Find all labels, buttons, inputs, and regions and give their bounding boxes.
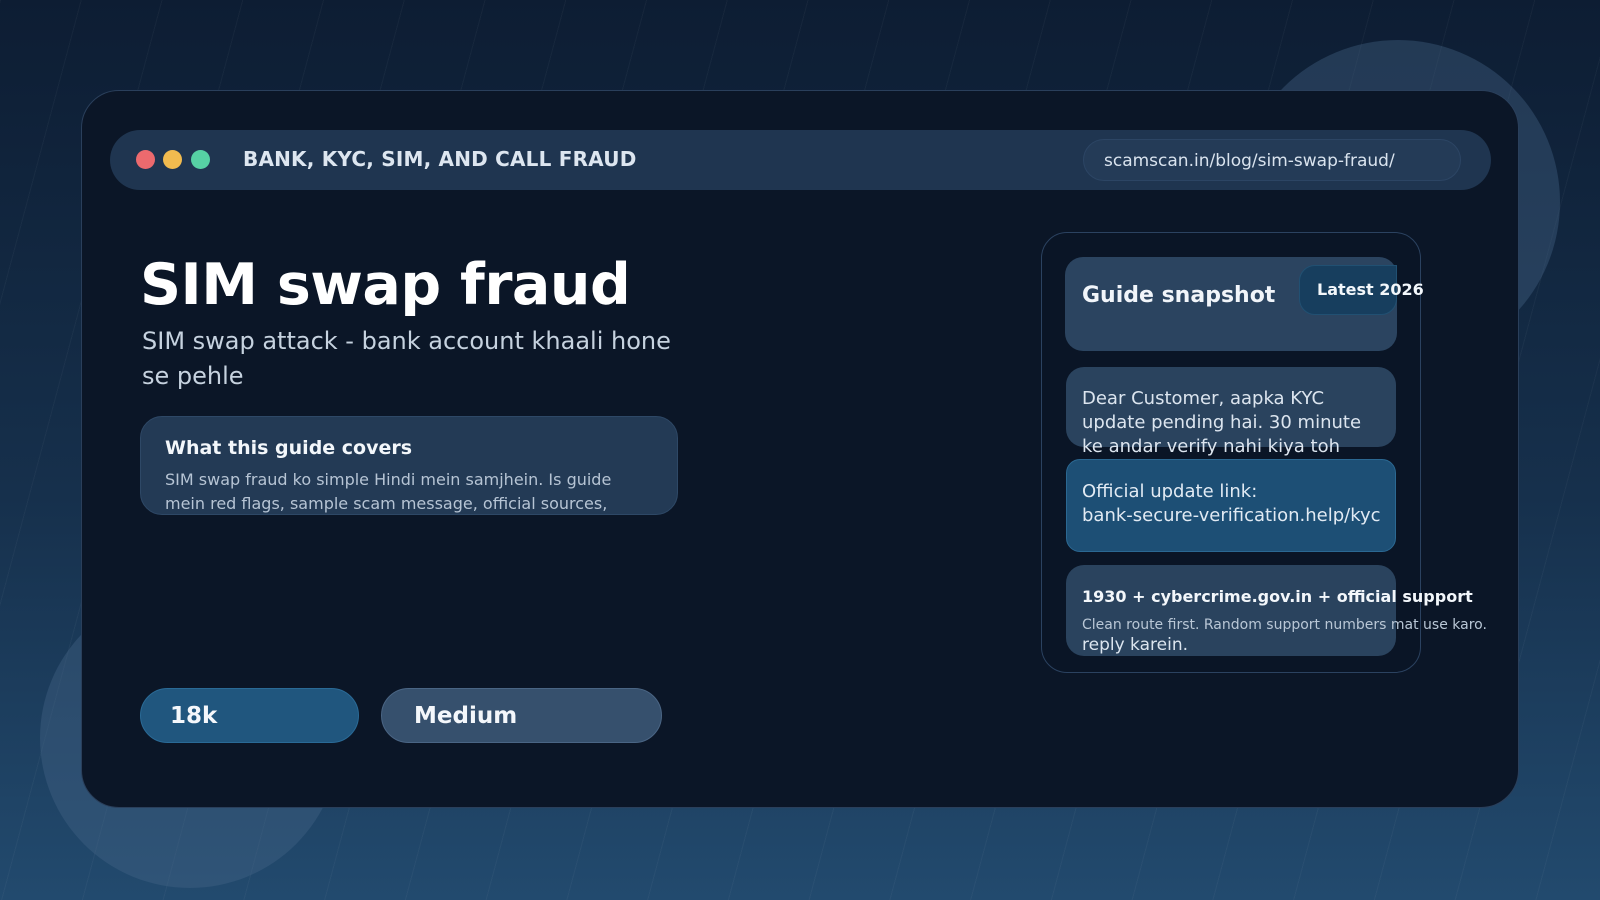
snapshot-header-card: Guide snapshot Latest 2026 — [1065, 257, 1424, 351]
browser-window: BANK, KYC, SIM, AND CALL FRAUD scamscan.… — [81, 90, 1519, 808]
difficulty-level-pill: Medium — [381, 688, 662, 743]
guide-covers-heading: What this guide covers — [165, 437, 413, 459]
page-title: SIM swap fraud — [140, 252, 631, 318]
window-title: BANK, KYC, SIM, AND CALL FRAUD — [243, 147, 637, 171]
address-bar[interactable]: scamscan.in/blog/sim-swap-fraud/ — [1083, 139, 1461, 181]
guide-covers-card: What this guide covers SIM swap fraud ko… — [140, 416, 678, 515]
official-support-note: Clean route first. Random support number… — [1082, 617, 1487, 633]
close-window-dot[interactable] — [136, 150, 155, 169]
message-reply-text: reply karein. — [1082, 635, 1188, 655]
guide-snapshot-panel: Guide snapshot Latest 2026 Dear Customer… — [1041, 232, 1487, 673]
fake-link-card: Official update link: bank-secure-verifi… — [1066, 459, 1396, 552]
fake-link-url: bank-secure-verification.help/kyc — [1082, 505, 1381, 526]
official-support-card: 1930 + cybercrime.gov.in + official supp… — [1066, 565, 1487, 656]
fake-link-label: Official update link: — [1082, 481, 1258, 502]
address-bar-url[interactable]: scamscan.in/blog/sim-swap-fraud/ — [1104, 151, 1395, 171]
latest-badge-label: Latest 2026 — [1317, 280, 1424, 299]
minimize-window-dot[interactable] — [163, 150, 182, 169]
snapshot-title: Guide snapshot — [1082, 283, 1276, 308]
sample-scam-message-card: Dear Customer, aapka KYC update pending … — [1066, 367, 1396, 481]
official-support-title: 1930 + cybercrime.gov.in + official supp… — [1082, 587, 1473, 606]
page-subtitle: SIM swap attack - bank account khaali ho… — [142, 327, 671, 390]
fake-link-text: Official update link: bank-secure-verifi… — [1082, 480, 1387, 528]
views-count-pill: 18k — [140, 688, 359, 743]
guide-covers-description: SIM swap fraud ko simple Hindi mein samj… — [165, 470, 612, 513]
latest-badge: Latest 2026 — [1299, 265, 1424, 315]
title-bar: BANK, KYC, SIM, AND CALL FRAUD scamscan.… — [110, 130, 1491, 190]
maximize-window-dot[interactable] — [191, 150, 210, 169]
